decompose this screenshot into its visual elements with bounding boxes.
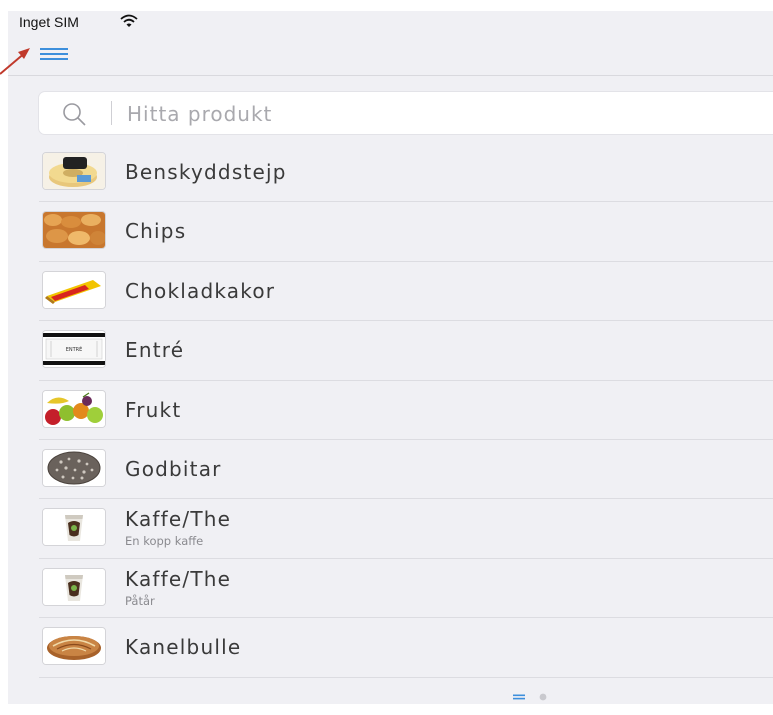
- product-row-benskyddstejp[interactable]: Benskyddstejp: [39, 143, 773, 203]
- product-name: Godbitar: [125, 456, 222, 481]
- product-row-frukt[interactable]: Frukt: [39, 381, 773, 440]
- nav-divider: [8, 75, 773, 76]
- product-row-kaffe-the-patar[interactable]: Kaffe/The Påtår: [39, 559, 773, 619]
- product-row-kaffe-the[interactable]: Kaffe/The En kopp kaffe: [39, 499, 773, 559]
- menu-button[interactable]: [36, 41, 72, 67]
- product-name: Kaffe/The: [125, 566, 232, 591]
- search-separator: [111, 101, 112, 125]
- coffee-cup-image: [42, 508, 106, 547]
- product-name: Kaffe/The: [125, 507, 232, 532]
- product-row-kanelbulle[interactable]: Kanelbulle: [39, 618, 773, 678]
- wifi-icon: [120, 14, 138, 27]
- search-bar[interactable]: [39, 92, 773, 134]
- page-indicator-current: [513, 694, 525, 697]
- product-name: Frukt: [125, 397, 182, 422]
- product-name: Chips: [125, 219, 187, 244]
- ticket-label: ENTRÉ: [66, 345, 83, 353]
- app-screen: Inget SIM Hitta produkt Benskyddstejp Ch…: [8, 11, 773, 704]
- product-row-chokladkakor[interactable]: Chokladkakor: [39, 262, 773, 322]
- product-row-entre[interactable]: ENTRÉ Entré: [39, 321, 773, 381]
- ticket-image: ENTRÉ: [42, 330, 106, 369]
- coffee-cup-image: [42, 567, 106, 606]
- search-input[interactable]: [125, 97, 729, 131]
- page-indicator[interactable]: [511, 692, 551, 702]
- product-name: Kanelbulle: [125, 635, 242, 660]
- cinnamon-bun-image: [42, 627, 106, 666]
- product-name: Benskyddstejp: [125, 160, 287, 184]
- product-row-chips[interactable]: Chips: [39, 202, 773, 262]
- product-subtitle: Påtår: [125, 593, 155, 608]
- search-icon: [63, 103, 86, 126]
- product-name: Entré: [125, 338, 185, 363]
- product-subtitle: En kopp kaffe: [125, 534, 204, 549]
- product-name: Chokladkakor: [125, 278, 276, 303]
- product-row-godbitar[interactable]: Godbitar: [39, 440, 773, 500]
- fruit-image: [42, 389, 106, 428]
- tape-roll-image: [42, 152, 106, 190]
- chocolate-bar-image: [42, 270, 106, 309]
- status-bar: Inget SIM: [8, 11, 773, 33]
- chips-image: [42, 211, 106, 250]
- carrier-label: Inget SIM: [19, 14, 79, 30]
- product-list: Benskyddstejp Chips Chokladkakor ENTRÉ E…: [39, 143, 773, 678]
- candy-ball-image: [42, 448, 106, 487]
- page-indicator-dot: [539, 693, 547, 701]
